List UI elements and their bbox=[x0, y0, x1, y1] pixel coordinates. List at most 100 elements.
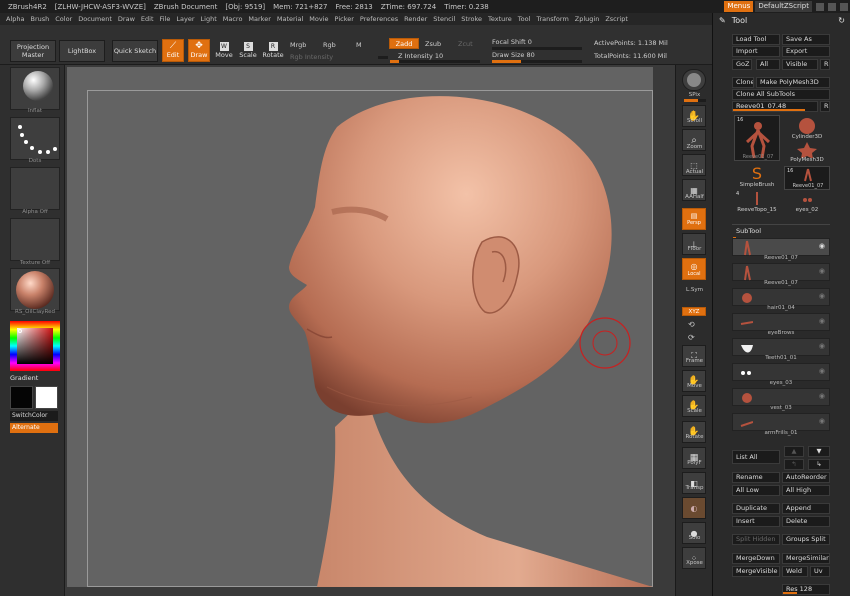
menu-alpha[interactable]: Alpha bbox=[6, 15, 24, 23]
save-as-button[interactable]: Save As bbox=[782, 34, 830, 45]
minimize-icon[interactable] bbox=[816, 2, 824, 11]
mergevisible-button[interactable]: MergeVisible bbox=[732, 566, 780, 577]
duplicate-button[interactable]: Duplicate bbox=[732, 503, 780, 514]
groups-split-button[interactable]: Groups Split bbox=[782, 534, 830, 545]
import-button[interactable]: Import bbox=[732, 46, 780, 57]
menu-tool[interactable]: Tool bbox=[518, 15, 531, 23]
visibility-eye-icon[interactable]: ◉ bbox=[819, 392, 825, 400]
list-all-button[interactable]: List All bbox=[732, 450, 780, 464]
lsym-button[interactable]: L.Sym bbox=[676, 287, 713, 293]
load-tool-button[interactable]: Load Tool bbox=[732, 34, 780, 45]
gradient-toggle[interactable]: Gradient bbox=[10, 374, 38, 382]
clone-button[interactable]: Clone bbox=[732, 77, 754, 88]
tool-r-button[interactable]: R bbox=[820, 101, 830, 112]
projection-master-button[interactable]: Projection Master bbox=[10, 40, 56, 62]
visibility-eye-icon[interactable]: ◉ bbox=[819, 317, 825, 325]
scale-button[interactable]: S Scale bbox=[238, 39, 258, 62]
mergesimilar-button[interactable]: MergeSimilar bbox=[782, 553, 830, 564]
menu-color[interactable]: Color bbox=[55, 15, 72, 23]
menu-zscript[interactable]: Zscript bbox=[605, 15, 628, 23]
menu-layer[interactable]: Layer bbox=[176, 15, 194, 23]
uv-button[interactable]: Uv bbox=[810, 566, 830, 577]
arrow-up-left-button[interactable]: ↰ bbox=[784, 459, 804, 470]
xyz-button[interactable]: XYZ bbox=[682, 307, 706, 316]
subtool-row[interactable]: ◉ bbox=[732, 288, 830, 306]
move-button[interactable]: W Move bbox=[214, 39, 234, 62]
subtool-header[interactable]: SubTool bbox=[732, 224, 830, 235]
stroke-picker[interactable] bbox=[10, 117, 60, 160]
draw-button[interactable]: ✥ Draw bbox=[188, 39, 210, 62]
maximize-icon[interactable] bbox=[828, 2, 836, 11]
spix-slider[interactable] bbox=[684, 99, 706, 102]
subtool-row[interactable]: ◉ bbox=[732, 313, 830, 331]
menu-texture[interactable]: Texture bbox=[488, 15, 512, 23]
subtool-row[interactable]: ◉ bbox=[732, 363, 830, 381]
tool-thumb-reeve-2[interactable]: 16 Reeve01_07 bbox=[784, 166, 830, 190]
menu-render[interactable]: Render bbox=[404, 15, 427, 23]
refresh-icon[interactable]: ↻ bbox=[838, 16, 845, 25]
visibility-eye-icon[interactable]: ◉ bbox=[819, 342, 825, 350]
switch-color-button[interactable]: SwitchColor bbox=[10, 411, 58, 421]
color-picker[interactable] bbox=[10, 321, 60, 371]
brush-picker[interactable] bbox=[10, 67, 60, 110]
rotate-free-icon[interactable]: ⟳ bbox=[688, 333, 695, 342]
delete-button[interactable]: Delete bbox=[782, 516, 830, 527]
visibility-eye-icon[interactable]: ◉ bbox=[819, 242, 825, 250]
close-icon[interactable] bbox=[840, 2, 848, 11]
rename-button[interactable]: Rename bbox=[732, 472, 780, 483]
mergedown-button[interactable]: MergeDown bbox=[732, 553, 780, 564]
zadd-button[interactable]: Zadd bbox=[389, 38, 419, 49]
tool-thumb-polymesh[interactable]: PolyMesh3D bbox=[784, 140, 830, 166]
goz-r-button[interactable]: R bbox=[820, 59, 830, 70]
menu-edit[interactable]: Edit bbox=[141, 15, 154, 23]
autoreorder-button[interactable]: AutoReorder bbox=[782, 472, 830, 483]
export-button[interactable]: Export bbox=[782, 46, 830, 57]
default-zscript-button[interactable]: DefaultZScript bbox=[755, 1, 812, 12]
menus-button[interactable]: Menus bbox=[724, 1, 754, 12]
menu-light[interactable]: Light bbox=[201, 15, 217, 23]
insert-button[interactable]: Insert bbox=[732, 516, 780, 527]
alpha-picker[interactable] bbox=[10, 167, 60, 210]
main-color-swatch[interactable] bbox=[10, 386, 33, 409]
menu-movie[interactable]: Movie bbox=[309, 15, 328, 23]
menu-marker[interactable]: Marker bbox=[248, 15, 270, 23]
visibility-eye-icon[interactable]: ◉ bbox=[819, 417, 825, 425]
menu-material[interactable]: Material bbox=[277, 15, 303, 23]
z-intensity-slider[interactable]: Z Intensity 10 bbox=[398, 52, 443, 60]
rgb-toggle[interactable]: Rgb bbox=[323, 41, 336, 49]
subtool-row[interactable]: ◉ bbox=[732, 413, 830, 431]
subtool-row[interactable]: ◉ bbox=[732, 263, 830, 281]
canvas[interactable] bbox=[67, 67, 653, 587]
zcut-button[interactable]: Zcut bbox=[458, 40, 473, 48]
visibility-eye-icon[interactable]: ◉ bbox=[819, 267, 825, 275]
rotate-button[interactable]: R Rotate bbox=[262, 39, 284, 62]
material-picker[interactable] bbox=[10, 268, 60, 311]
current-tool-slider[interactable]: Reeve01_07.48 bbox=[732, 101, 818, 112]
visible-button[interactable]: Visible bbox=[782, 59, 818, 70]
visibility-eye-icon[interactable]: ◉ bbox=[819, 367, 825, 375]
menu-zplugin[interactable]: Zplugin bbox=[575, 15, 600, 23]
focal-shift-slider[interactable]: Focal Shift 0 bbox=[492, 38, 532, 46]
menu-transform[interactable]: Transform bbox=[536, 15, 568, 23]
subtool-row-selected[interactable]: ◉ bbox=[732, 238, 830, 256]
menu-document[interactable]: Document bbox=[78, 15, 112, 23]
tool-thumb-reeve[interactable]: 16 Reeve01_07 bbox=[734, 115, 780, 161]
menu-macro[interactable]: Macro bbox=[223, 15, 243, 23]
zsub-button[interactable]: Zsub bbox=[425, 40, 441, 48]
res-slider[interactable]: Res 128 bbox=[782, 584, 830, 595]
menu-picker[interactable]: Picker bbox=[335, 15, 354, 23]
lightbox-button[interactable]: LightBox bbox=[59, 40, 105, 62]
quick-sketch-button[interactable]: Quick Sketch bbox=[112, 40, 158, 62]
mrgb-toggle[interactable]: Mrgb bbox=[290, 41, 306, 49]
spix-button[interactable] bbox=[682, 69, 706, 91]
local-button[interactable]: ◎ Local bbox=[682, 258, 706, 280]
tool-thumb-reevetopo[interactable]: 4 ReeveTopo_15 bbox=[734, 191, 780, 217]
persp-button[interactable]: ▤ Persp bbox=[682, 208, 706, 230]
visibility-eye-icon[interactable]: ◉ bbox=[819, 292, 825, 300]
clone-all-subtools-button[interactable]: Clone All SubTools bbox=[732, 89, 830, 100]
rgb-intensity-slider[interactable]: Rgb Intensity bbox=[290, 53, 333, 61]
all-low-button[interactable]: All Low bbox=[732, 485, 780, 496]
make-polymesh-button[interactable]: Make PolyMesh3D bbox=[756, 77, 830, 88]
arrow-down-button[interactable]: ▼ bbox=[808, 446, 830, 457]
menu-file[interactable]: File bbox=[160, 15, 171, 23]
